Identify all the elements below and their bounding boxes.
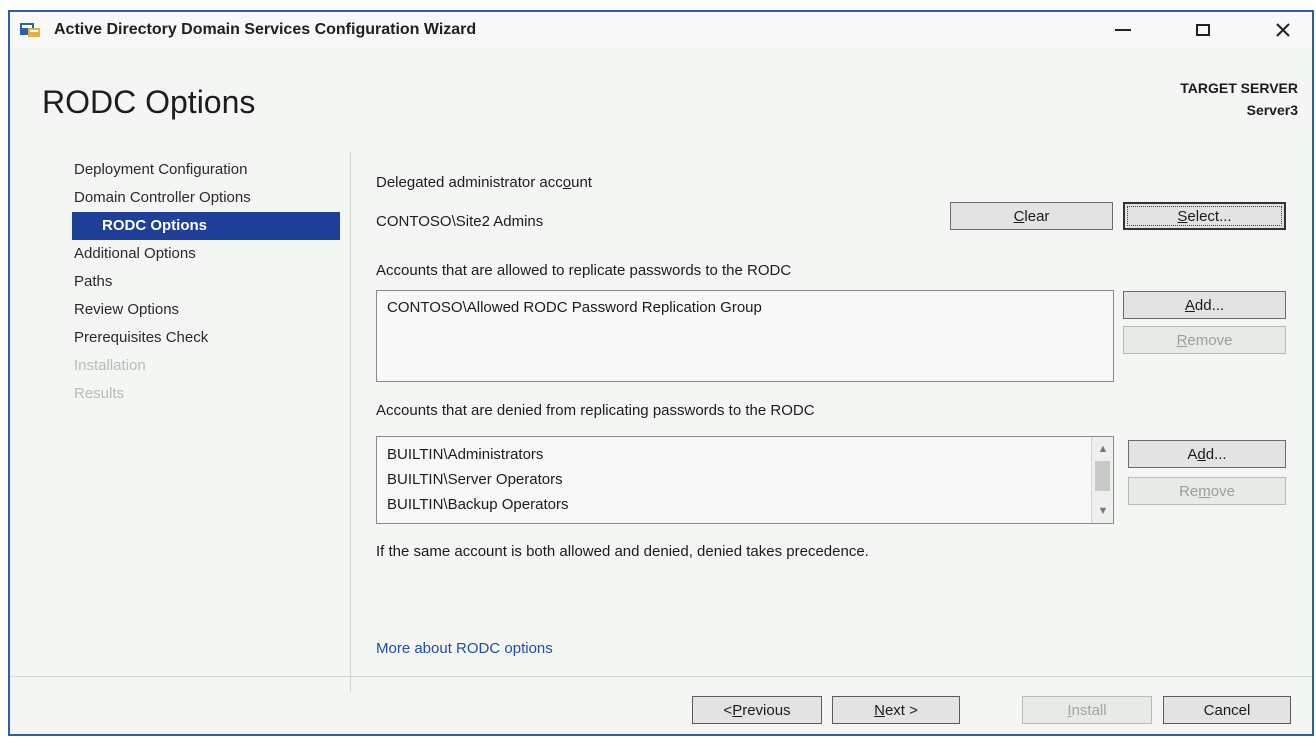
denied-accounts-list[interactable]: BUILTIN\Administrators BUILTIN\Server Op… xyxy=(376,436,1114,524)
list-item[interactable]: BUILTIN\Backup Operators xyxy=(377,492,1113,517)
top-strip xyxy=(0,0,1316,10)
wizard-nav: Deployment Configuration Domain Controll… xyxy=(72,156,340,408)
list-item[interactable]: BUILTIN\Server Operators xyxy=(377,467,1113,492)
nav-item-paths[interactable]: Paths xyxy=(72,268,340,296)
wizard-window: Active Directory Domain Services Configu… xyxy=(8,10,1314,736)
list-item[interactable]: CONTOSO\Allowed RODC Password Replicatio… xyxy=(377,295,1113,320)
more-about-rodc-link[interactable]: More about RODC options xyxy=(376,640,553,657)
delegated-admin-value: CONTOSO\Site2 Admins xyxy=(376,213,544,230)
nav-item-domain-controller-options[interactable]: Domain Controller Options xyxy=(72,184,340,212)
denied-accounts-label: Accounts that are denied from replicatin… xyxy=(376,402,815,419)
nav-item-rodc-options[interactable]: RODC Options xyxy=(72,212,340,240)
nav-item-installation: Installation xyxy=(74,357,146,374)
ad-ds-wizard-icon xyxy=(20,23,40,37)
next-button[interactable]: Next > xyxy=(832,696,960,724)
scroll-thumb[interactable] xyxy=(1095,461,1110,491)
previous-button[interactable]: < Previous xyxy=(692,696,822,724)
chevron-down-icon[interactable]: ▼ xyxy=(1092,501,1114,521)
delegated-admin-label: Delegated administrator account xyxy=(376,174,592,191)
close-button[interactable] xyxy=(1260,12,1306,48)
nav-divider xyxy=(350,152,351,692)
allowed-accounts-list[interactable]: CONTOSO\Allowed RODC Password Replicatio… xyxy=(376,290,1114,382)
clear-button[interactable]: Clear xyxy=(950,202,1113,230)
nav-item-review-options[interactable]: Review Options xyxy=(72,296,340,324)
minimize-button[interactable] xyxy=(1100,12,1146,48)
footer-divider xyxy=(10,676,1312,677)
nav-item-deployment-configuration[interactable]: Deployment Configuration xyxy=(72,156,340,184)
precedence-note: If the same account is both allowed and … xyxy=(376,543,869,560)
add-denied-button[interactable]: Ad d... xyxy=(1128,440,1286,468)
allowed-accounts-label: Accounts that are allowed to replicate p… xyxy=(376,262,792,279)
select-button[interactable]: Select... xyxy=(1123,202,1286,230)
target-server-name: Server3 xyxy=(1246,102,1298,118)
nav-item-results: Results xyxy=(74,385,125,402)
add-allowed-button[interactable]: Add... xyxy=(1123,291,1286,319)
nav-item-additional-options[interactable]: Additional Options xyxy=(72,240,340,268)
maximize-icon xyxy=(1196,24,1210,36)
remove-allowed-button[interactable]: Remove xyxy=(1123,326,1286,354)
list-item[interactable]: BUILTIN\Administrators xyxy=(377,442,1113,467)
page-title: RODC Options xyxy=(42,84,256,120)
cancel-button[interactable]: Cancel xyxy=(1163,696,1291,724)
chevron-up-icon[interactable]: ▲ xyxy=(1092,439,1114,459)
denied-list-scrollbar[interactable]: ▲ ▼ xyxy=(1091,437,1113,523)
window-title: Active Directory Domain Services Configu… xyxy=(54,21,477,38)
title-bar[interactable]: Active Directory Domain Services Configu… xyxy=(10,12,1312,48)
target-server-label: TARGET SERVER xyxy=(1180,80,1298,96)
minimize-icon xyxy=(1115,29,1131,31)
nav-item-prerequisites-check[interactable]: Prerequisites Check xyxy=(72,324,340,352)
install-button[interactable]: Install xyxy=(1022,696,1152,724)
maximize-button[interactable] xyxy=(1180,12,1226,48)
remove-denied-button[interactable]: Re m ove xyxy=(1128,477,1286,505)
close-icon xyxy=(1276,23,1290,37)
